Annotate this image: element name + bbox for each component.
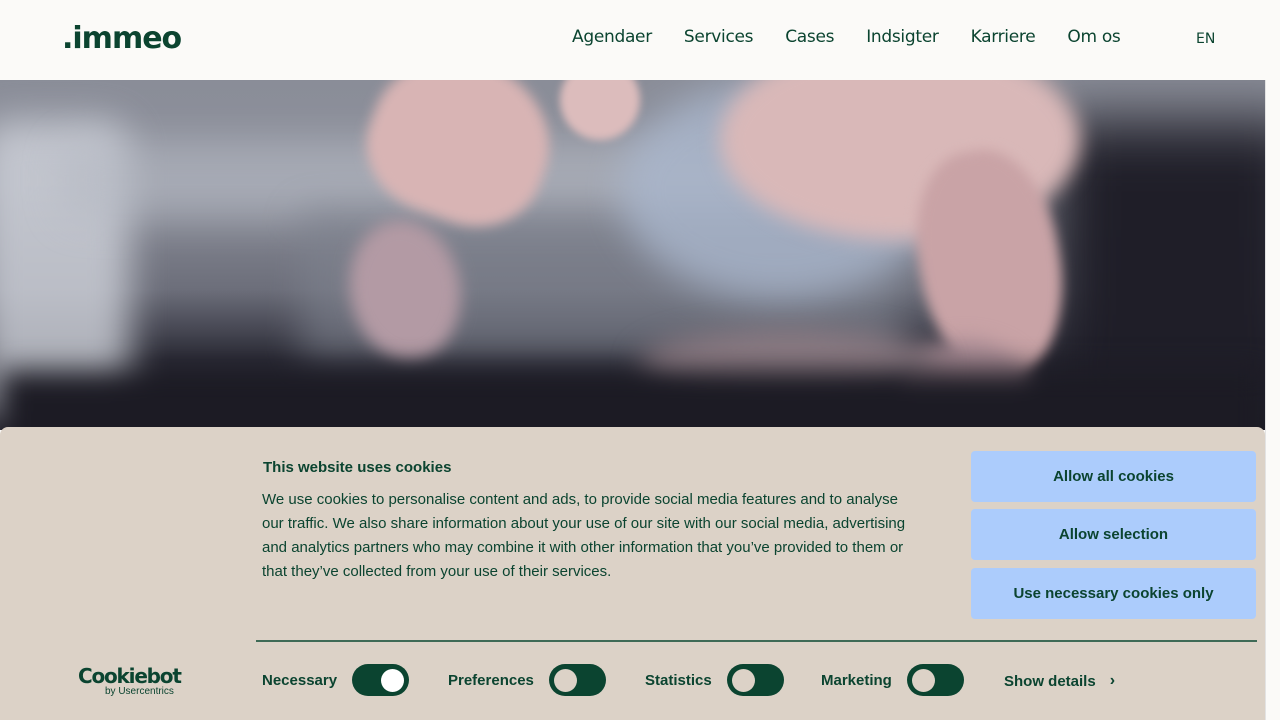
toggle-group-preferences: Preferences — [448, 664, 606, 696]
divider — [256, 640, 1257, 642]
cookie-title: This website uses cookies — [263, 459, 452, 476]
nav-agendaer[interactable]: Agendaer — [572, 26, 652, 48]
show-details-label: Show details — [1004, 672, 1096, 690]
show-details-link[interactable]: Show details › — [1004, 672, 1115, 690]
necessary-cookies-only-button[interactable]: Use necessary cookies only — [971, 568, 1256, 619]
nav-om-os[interactable]: Om os — [1067, 26, 1120, 48]
nav-services[interactable]: Services — [684, 26, 754, 48]
toggle-group-necessary: Necessary — [262, 664, 410, 696]
nav-indsigter[interactable]: Indsigter — [866, 26, 939, 48]
toggle-knob — [731, 669, 755, 692]
marketing-toggle[interactable] — [906, 664, 964, 696]
cookiebot-logo-sub: by Usercentrics — [105, 686, 174, 697]
allow-all-cookies-button[interactable]: Allow all cookies — [971, 451, 1256, 502]
scrollbar-track[interactable] — [1265, 80, 1280, 720]
toggle-knob — [553, 669, 577, 692]
language-switch[interactable]: EN — [1196, 31, 1215, 47]
toggle-knob — [911, 669, 935, 692]
statistics-toggle[interactable] — [726, 664, 784, 696]
toggle-label-necessary: Necessary — [262, 671, 338, 689]
cookie-description: We use cookies to personalise content an… — [262, 491, 906, 580]
allow-selection-button[interactable]: Allow selection — [971, 509, 1256, 560]
preferences-toggle[interactable] — [548, 664, 606, 696]
cookie-consent-banner: This website uses cookies We use cookies… — [0, 427, 1265, 720]
immeo-logo[interactable]: .immeo — [62, 22, 182, 56]
cookiebot-logo[interactable]: Cookiebot by Usercentrics — [78, 664, 182, 697]
toggle-knob — [381, 669, 405, 692]
toggle-label-statistics: Statistics — [645, 671, 712, 689]
toggle-group-statistics: Statistics — [645, 664, 784, 696]
toggle-group-marketing: Marketing — [821, 664, 964, 696]
site-header: .immeo Agendaer Services Cases Indsigter… — [0, 0, 1280, 80]
nav-cases[interactable]: Cases — [785, 26, 834, 48]
chevron-right-icon: › — [1109, 672, 1116, 689]
cookiebot-logo-text: Cookiebot — [78, 664, 182, 688]
toggle-label-marketing: Marketing — [821, 671, 892, 689]
nav-karriere[interactable]: Karriere — [971, 26, 1036, 48]
necessary-toggle[interactable] — [352, 664, 410, 696]
main-nav: Agendaer Services Cases Indsigter Karrie… — [572, 26, 1152, 48]
hero-image — [0, 80, 1265, 430]
toggle-label-preferences: Preferences — [448, 671, 534, 689]
